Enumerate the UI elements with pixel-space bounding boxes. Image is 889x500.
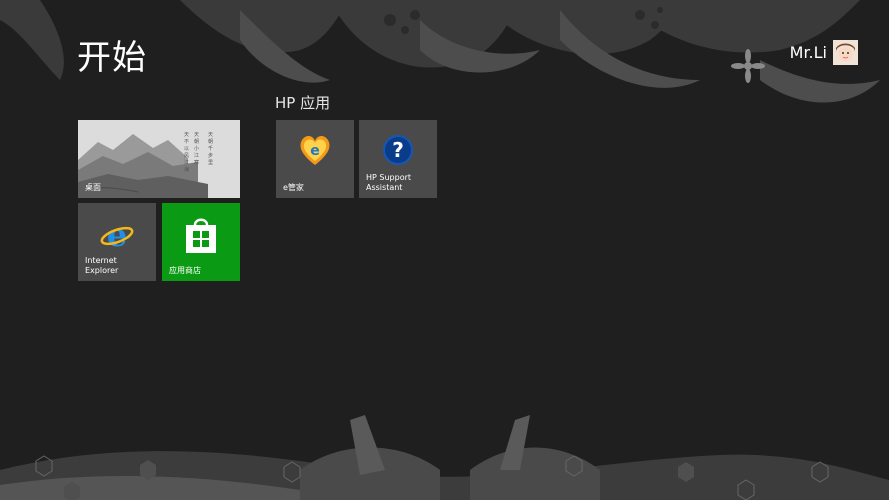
- svg-text:?: ?: [392, 138, 404, 162]
- landscape-painting: [78, 120, 240, 198]
- poem-line-1: 天不以风江海: [184, 132, 190, 173]
- page-title: 开始: [77, 38, 147, 78]
- tile-label: 桌面: [85, 183, 101, 192]
- tile-label: e管家: [283, 183, 304, 192]
- tile-internet-explorer[interactable]: e Internet Explorer: [78, 203, 156, 281]
- group-title-hp: HP 应用: [275, 94, 331, 112]
- tile-label: 应用商店: [169, 266, 201, 275]
- tile-e-manager[interactable]: e e管家: [276, 120, 354, 198]
- user-name: Mr.Li: [789, 43, 827, 62]
- poem-line-3: 天朝千步里: [208, 132, 214, 166]
- store-icon: [184, 215, 218, 259]
- svg-text:e: e: [107, 219, 127, 251]
- poem-line-2: 天朝小江寒: [194, 132, 200, 166]
- tile-desktop[interactable]: 天不以风江海 天朝小江寒 天朝千步里 桌面: [78, 120, 240, 198]
- internet-explorer-icon: e: [100, 216, 134, 255]
- tile-hp-support-assistant[interactable]: ? HP Support Assistant: [359, 120, 437, 198]
- user-account[interactable]: Mr.Li: [790, 40, 858, 65]
- avatar[interactable]: [833, 40, 858, 65]
- avatar-icon: [833, 40, 858, 65]
- tile-store[interactable]: 应用商店: [162, 203, 240, 281]
- svg-text:e: e: [310, 143, 320, 159]
- e-manager-icon: e: [298, 133, 332, 171]
- tile-label: HP Support Assistant: [366, 173, 412, 192]
- help-icon: ?: [382, 134, 414, 170]
- tile-label: Internet Explorer: [85, 256, 119, 275]
